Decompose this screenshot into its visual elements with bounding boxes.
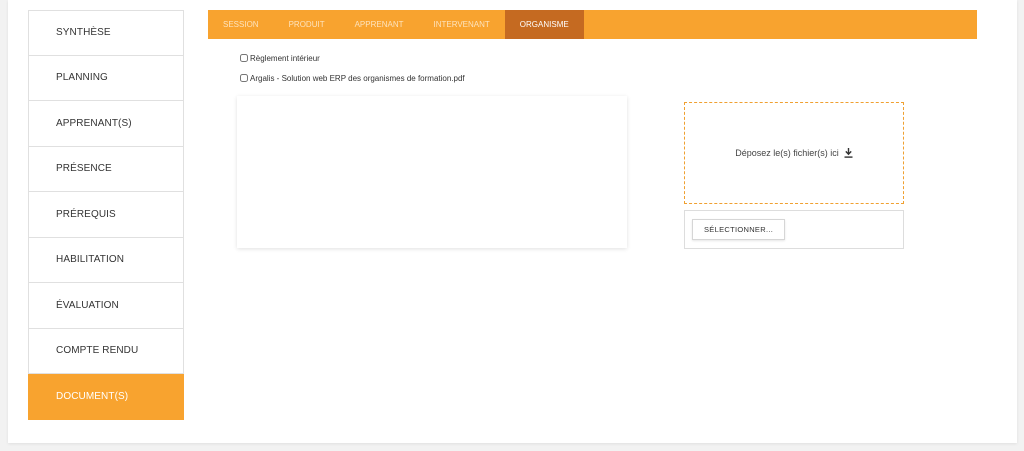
sidebar-item-label: HABILITATION xyxy=(56,254,125,266)
file-item: Argalis - Solution web ERP des organisme… xyxy=(240,72,465,84)
sidebar-item-planning[interactable]: PLANNING xyxy=(28,55,184,101)
file-checkbox[interactable] xyxy=(240,54,248,62)
tab-label: SESSION xyxy=(223,20,259,29)
file-checkbox[interactable] xyxy=(240,74,248,82)
sidebar-item-label: COMPTE RENDU xyxy=(56,345,139,357)
sidebar-item-label: ÉVALUATION xyxy=(56,299,119,311)
sidebar-item-label: PRÉREQUIS xyxy=(56,208,116,220)
download-icon xyxy=(844,148,853,158)
tab-label: INTERVENANT xyxy=(433,20,490,29)
sidebar-item-presence[interactable]: PRÉSENCE xyxy=(28,146,184,192)
sidebar-item-label: SYNTHÈSE xyxy=(56,27,111,39)
file-list: Règlement intérieur Argalis - Solution w… xyxy=(240,52,465,92)
sidebar-item-synthese[interactable]: SYNTHÈSE xyxy=(28,10,184,56)
file-select-panel: SÉLECTIONNER... xyxy=(684,210,904,249)
tab-bar: SESSION PRODUIT APPRENANT INTERVENANT OR… xyxy=(208,10,977,39)
sidebar-item-evaluation[interactable]: ÉVALUATION xyxy=(28,283,184,329)
tab-label: PRODUIT xyxy=(288,20,325,29)
tab-label: APPRENANT xyxy=(354,20,404,29)
dropzone-text: Déposez le(s) fichier(s) ici xyxy=(735,148,839,158)
file-label: Règlement intérieur xyxy=(250,53,320,63)
file-label: Argalis - Solution web ERP des organisme… xyxy=(250,73,465,83)
select-files-button[interactable]: SÉLECTIONNER... xyxy=(692,219,786,240)
sidebar-item-label: PRÉSENCE xyxy=(56,163,112,175)
sidebar-item-apprenants[interactable]: APPRENANT(S) xyxy=(28,101,184,147)
tab-apprenant[interactable]: APPRENANT xyxy=(340,10,419,39)
tab-intervenant[interactable]: INTERVENANT xyxy=(418,10,504,39)
sidebar-item-label: APPRENANT(S) xyxy=(56,117,132,129)
tab-label: ORGANISME xyxy=(519,20,569,29)
sidebar-item-label: DOCUMENT(S) xyxy=(56,390,129,402)
sidebar-item-prerequis[interactable]: PRÉREQUIS xyxy=(28,192,184,238)
tab-produit[interactable]: PRODUIT xyxy=(274,10,340,39)
tab-organisme[interactable]: ORGANISME xyxy=(504,10,584,39)
sidebar-item-documents[interactable]: DOCUMENT(S) xyxy=(28,374,184,420)
file-dropzone[interactable]: Déposez le(s) fichier(s) ici xyxy=(684,102,904,204)
sidebar-item-label: PLANNING xyxy=(56,72,108,84)
tab-session[interactable]: SESSION xyxy=(208,10,274,39)
sidebar: SYNTHÈSE PLANNING APPRENANT(S) PRÉSENCE … xyxy=(28,10,184,420)
sidebar-item-habilitation[interactable]: HABILITATION xyxy=(28,237,184,283)
document-preview xyxy=(237,96,627,248)
file-item: Règlement intérieur xyxy=(240,52,465,64)
sidebar-item-compte-rendu[interactable]: COMPTE RENDU xyxy=(28,328,184,374)
